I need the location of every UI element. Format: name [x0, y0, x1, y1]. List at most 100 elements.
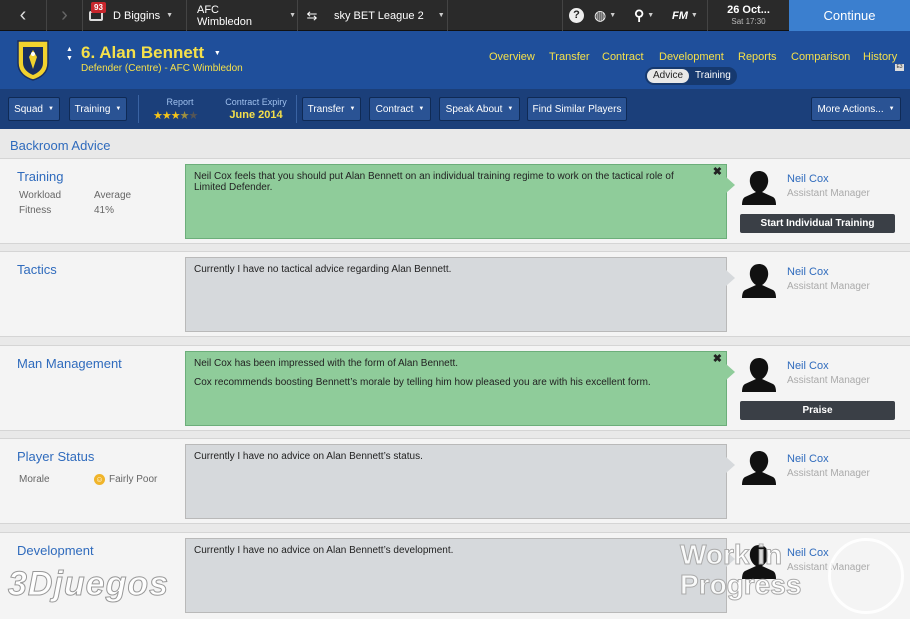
staff-avatar-icon: [742, 358, 776, 392]
staff-role: Assistant Manager: [787, 188, 870, 199]
development-subtabs: Advice Training: [645, 67, 737, 85]
fm-logo-icon: FM: [672, 9, 688, 22]
player-name[interactable]: 6. Alan Bennett ▼: [81, 43, 221, 63]
club-name: AFC Wimbledon: [197, 3, 253, 28]
chevron-down-icon: ▼: [115, 106, 122, 112]
staff-role: Assistant Manager: [787, 375, 870, 386]
chevron-down-icon: ▼: [507, 106, 514, 112]
chevron-down-icon: ▼: [166, 12, 174, 19]
action-toolbar: Squad ▼ Training ▼ Report ★★★★★ Contract E…: [0, 89, 910, 129]
row-value: Fairly Poor: [109, 474, 158, 485]
contract-label: Contract: [375, 103, 414, 115]
advice-bubble: Currently I have no advice on Alan Benne…: [185, 538, 735, 613]
close-icon[interactable]: ✖: [713, 167, 722, 178]
player-name-text: 6. Alan Bennett: [81, 43, 205, 62]
advice-card-tactics: Tactics Currently I have no tactical adv…: [0, 251, 910, 337]
report-label: Report: [166, 97, 194, 107]
tab-transfer[interactable]: Transfer: [549, 51, 590, 63]
advice-text: Neil Cox has been impressed with the for…: [194, 358, 459, 369]
search-icon: ⚲: [634, 7, 645, 23]
staff-avatar-icon: [742, 171, 776, 205]
transfer-label: Transfer: [307, 103, 345, 115]
close-icon[interactable]: ✖: [713, 354, 722, 365]
speak-about-label: Speak About: [445, 103, 503, 115]
tab-development[interactable]: Development: [659, 51, 724, 63]
club-menu[interactable]: AFC Wimbledon ▼: [187, 0, 296, 31]
chevron-down-icon: ▼: [213, 50, 221, 58]
report-rating[interactable]: ★★★★★: [153, 109, 198, 122]
fm-menu[interactable]: FM ▼: [672, 0, 706, 31]
find-similar-button[interactable]: Find Similar Players: [527, 97, 627, 121]
info-row: Fitness 41%: [19, 205, 114, 216]
top-bar: ‹ › 93 D Biggins ▼ AFC Wimbledon ▼ ⇆ sky…: [0, 0, 910, 31]
club-crest-icon: [17, 40, 49, 81]
chevron-down-icon: ▼: [888, 106, 895, 112]
switch-competition-button[interactable]: ⇆: [298, 0, 326, 31]
info-row: Workload Average: [19, 190, 131, 201]
card-title: Player Status: [17, 449, 95, 464]
advice-bubble: Currently I have no advice on Alan Benne…: [185, 444, 735, 519]
row-label: Fitness: [19, 205, 52, 216]
staff-role: Assistant Manager: [787, 281, 870, 292]
contract-expiry-value: June 2014: [229, 109, 283, 121]
subtab-training[interactable]: Training: [689, 69, 737, 83]
chevron-down-icon: ▼: [437, 12, 445, 19]
praise-button[interactable]: Praise: [740, 401, 895, 420]
favorite-toggle[interactable]: ▲ ▼: [66, 45, 73, 63]
squad-button[interactable]: Squad ▼: [8, 97, 60, 121]
morale-icon: ☺: [94, 474, 105, 485]
staff-name[interactable]: Neil Cox: [787, 173, 829, 185]
staff-name[interactable]: Neil Cox: [787, 360, 829, 372]
site-watermark: 3Djuegos: [7, 565, 170, 604]
player-header: ▲ ▼ 6. Alan Bennett ▼ Defender (Centre) -…: [0, 31, 910, 89]
contract-button[interactable]: Contract ▼: [369, 97, 431, 121]
staff-name[interactable]: Neil Cox: [787, 266, 829, 278]
subtab-advice[interactable]: Advice: [647, 69, 690, 83]
tab-contract[interactable]: Contract: [602, 51, 644, 63]
advice-card-training: Training Workload Average Fitness 41% ✖ …: [0, 158, 910, 244]
tab-reports[interactable]: Reports: [738, 51, 777, 63]
star-icon: ★: [170, 110, 181, 122]
training-label: Training: [74, 103, 111, 115]
world-menu[interactable]: ◍ ▼: [594, 0, 624, 31]
advice-text: Currently I have no advice on Alan Benne…: [194, 545, 454, 556]
star-icon: ★: [179, 110, 190, 122]
league-menu[interactable]: sky BET League 2 ▼: [326, 0, 446, 31]
manager-name: D Biggins: [113, 9, 161, 22]
more-actions-button[interactable]: More Actions... ▼: [811, 97, 901, 121]
row-label: Workload: [19, 190, 62, 201]
player-subtitle: Defender (Centre) - AFC Wimbledon: [81, 63, 243, 74]
transfer-button[interactable]: Transfer ▼: [302, 97, 361, 121]
back-button[interactable]: ‹: [0, 0, 46, 31]
chevron-down-icon: ▼: [418, 106, 425, 112]
continue-button[interactable]: Continue: [789, 0, 910, 31]
tab-comparison[interactable]: Comparison: [791, 51, 850, 63]
advice-text: Currently I have no advice on Alan Benne…: [194, 451, 423, 462]
manager-menu[interactable]: 93 D Biggins ▼: [83, 0, 185, 31]
sports-interactive-seal-icon: [828, 538, 904, 614]
advice-card-player-status: Player Status Morale ☺ Fairly Poor Curre…: [0, 438, 910, 524]
staff-name[interactable]: Neil Cox: [787, 453, 829, 465]
advice-card-man-management: Man Management ✖ Neil Cox has been impre…: [0, 345, 910, 431]
game-date[interactable]: 26 Oct... Sat 17:30: [708, 0, 789, 31]
date-sub: Sat 17:30: [731, 17, 766, 26]
card-title: Man Management: [17, 356, 122, 371]
start-individual-training-button[interactable]: Start Individual Training: [740, 214, 895, 233]
tab-overview[interactable]: Overview: [489, 51, 535, 63]
inbox-badge: 93: [91, 2, 106, 13]
tab-history[interactable]: History: [863, 51, 897, 63]
forward-button[interactable]: ›: [47, 0, 82, 31]
contract-expiry-label: Contract Expiry: [225, 97, 287, 107]
chevron-down-icon: ▼: [47, 106, 54, 112]
date-main: 26 Oct...: [727, 4, 770, 16]
staff-avatar-icon: [742, 451, 776, 485]
chevron-right-icon: ›: [61, 4, 68, 26]
advice-bubble: ✖ Neil Cox feels that you should put Ala…: [185, 164, 735, 239]
advice-text: Currently I have no tactical advice rega…: [194, 264, 452, 275]
row-label: Morale: [19, 474, 50, 485]
search-menu[interactable]: ⚲ ▼: [634, 0, 664, 31]
advice-text: Neil Cox feels that you should put Alan …: [194, 171, 674, 193]
help-button[interactable]: ?: [569, 0, 591, 31]
speak-about-button[interactable]: Speak About ▼: [439, 97, 520, 121]
training-button[interactable]: Training ▼: [69, 97, 127, 121]
